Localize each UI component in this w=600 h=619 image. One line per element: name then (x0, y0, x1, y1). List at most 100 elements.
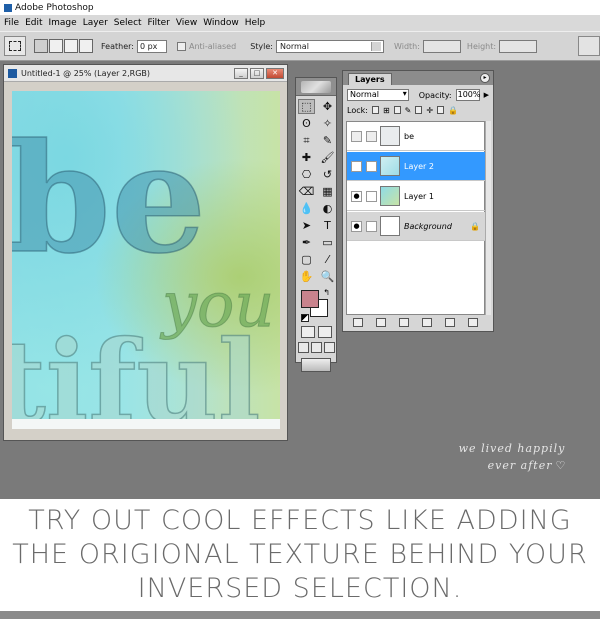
shape-icon[interactable]: ▭ (319, 235, 336, 250)
magic-wand-icon[interactable]: ✧ (319, 116, 336, 131)
jump-to-imageready-button[interactable] (301, 358, 331, 372)
new-layer-button[interactable] (445, 317, 456, 327)
canvas-bottom-edge (12, 419, 280, 429)
standard-mode-button[interactable] (300, 326, 315, 338)
menu-help[interactable]: Help (245, 18, 272, 28)
marquee-icon[interactable]: ⬚ (298, 99, 315, 114)
palette-well[interactable] (578, 36, 600, 56)
link-cell[interactable] (366, 220, 377, 232)
slice-icon[interactable]: ✎ (319, 133, 336, 148)
layer-row-layer-2[interactable]: ● ✎ Layer 2 (347, 152, 486, 181)
blend-mode-select[interactable]: Normal (347, 89, 409, 101)
panel-menu-icon[interactable]: ▸ (480, 73, 490, 83)
move-icon[interactable]: ✥ (319, 99, 336, 114)
opacity-slider-arrow-icon[interactable]: ▶ (484, 91, 489, 99)
layer-list-scrollbar[interactable] (485, 121, 491, 315)
layer-name: Background (404, 221, 452, 231)
crop-icon[interactable]: ⌗ (298, 133, 315, 148)
lock-transparency-checkbox[interactable] (371, 106, 379, 114)
default-colors-icon[interactable] (301, 314, 309, 322)
fullscreen-menu-button[interactable] (310, 342, 322, 353)
blur-icon[interactable]: 💧 (298, 201, 315, 216)
anti-aliased-checkbox[interactable] (176, 41, 186, 51)
dodge-icon[interactable]: ◐ (319, 201, 336, 216)
height-input[interactable] (499, 39, 538, 53)
eraser-icon[interactable]: ⌫ (298, 184, 315, 199)
quickmask-mode-button[interactable] (317, 326, 332, 338)
foreground-color-swatch[interactable] (301, 290, 319, 308)
document-titlebar[interactable]: Untitled-1 @ 25% (Layer 2,RGB) _ □ ✕ (4, 65, 287, 82)
lasso-icon[interactable]: ʘ (298, 116, 315, 131)
intersect-selection-button[interactable] (79, 39, 93, 53)
menu-edit[interactable]: Edit (25, 18, 48, 28)
paintbrush-icon[interactable]: ✎ (366, 160, 377, 172)
layer-mask-button[interactable] (375, 317, 386, 327)
lock-icon: 🔒 (470, 221, 480, 231)
lock-all-checkbox[interactable] (437, 106, 445, 114)
layer-list: be ● ✎ Layer 2 ● Layer 1 ● Background 🔒 (346, 121, 486, 315)
fullscreen-button[interactable] (323, 342, 335, 353)
brush-icon[interactable]: 🖌 (319, 150, 336, 165)
move-lock-icon: ✛ (426, 105, 434, 115)
notes-icon[interactable]: ▢ (298, 252, 315, 267)
lock-row: Lock: ⊞ ✎ ✛ 🔒 (343, 103, 493, 117)
tab-layers[interactable]: Layers (348, 73, 392, 85)
menu-window[interactable]: Window (203, 18, 245, 28)
zoom-icon[interactable]: 🔍 (319, 269, 336, 284)
tool-preset-picker[interactable] (4, 36, 26, 56)
menu-select[interactable]: Select (114, 18, 148, 28)
menu-image[interactable]: Image (49, 18, 83, 28)
eyedropper-icon[interactable]: ⁄ (319, 252, 336, 267)
feather-input[interactable]: 0 px (136, 39, 167, 53)
history-brush-icon[interactable]: ↺ (319, 167, 336, 182)
swap-colors-icon[interactable]: ↰ (323, 288, 330, 297)
layer-row-background[interactable]: ● Background 🔒 (347, 212, 486, 241)
transparency-icon: ⊞ (382, 105, 390, 115)
layer-row-layer-1[interactable]: ● Layer 1 (347, 182, 486, 211)
menu-layer[interactable]: Layer (83, 18, 114, 28)
tools-palette-header[interactable] (296, 78, 336, 96)
add-selection-button[interactable] (49, 39, 63, 53)
opacity-input[interactable]: 100% (455, 89, 480, 101)
adjustment-layer-button[interactable] (422, 317, 433, 327)
layer-style-button[interactable] (352, 317, 363, 327)
width-label: Width: (393, 41, 420, 51)
visibility-toggle[interactable] (351, 130, 362, 142)
caption-band: TRY OUT COOL EFFECTS LIKE ADDING THE ORI… (0, 497, 600, 611)
style-select[interactable]: Normal (275, 39, 384, 53)
link-cell[interactable] (366, 190, 377, 202)
layer-row-be[interactable]: be (347, 122, 486, 151)
minimize-button[interactable]: _ (234, 68, 248, 79)
new-set-button[interactable] (398, 317, 409, 327)
stamp-icon[interactable]: ⎔ (298, 167, 315, 182)
eye-icon[interactable]: ● (351, 220, 362, 232)
lock-position-checkbox[interactable] (415, 106, 423, 114)
standard-screen-button[interactable] (297, 342, 309, 353)
document-title: Untitled-1 @ 25% (Layer 2,RGB) (21, 68, 150, 78)
pen-icon[interactable]: ✒ (298, 235, 315, 250)
menu-view[interactable]: View (176, 18, 203, 28)
menu-filter[interactable]: Filter (148, 18, 176, 28)
subtract-selection-button[interactable] (64, 39, 78, 53)
menu-bar: File Edit Image Layer Select Filter View… (0, 15, 600, 31)
type-icon[interactable]: T (319, 218, 336, 233)
lock-pixels-checkbox[interactable] (393, 106, 401, 114)
trash-icon[interactable] (468, 317, 479, 327)
width-input[interactable] (422, 39, 461, 53)
app-title: Adobe Photoshop (15, 2, 94, 13)
link-cell[interactable] (366, 130, 377, 142)
caption-line1: TRY OUT COOL EFFECTS LIKE ADDING (28, 505, 572, 536)
hand-icon[interactable]: ✋ (298, 269, 315, 284)
layers-panel-header: Layers ▸ (343, 71, 493, 85)
eye-icon[interactable]: ● (351, 160, 362, 172)
new-selection-button[interactable] (34, 39, 48, 53)
maximize-button[interactable]: □ (250, 68, 264, 79)
eye-icon[interactable]: ● (351, 190, 362, 202)
menu-file[interactable]: File (4, 18, 25, 28)
document-canvas[interactable]: be you tiful (12, 91, 280, 429)
healing-icon[interactable]: ✚ (298, 150, 315, 165)
path-select-icon[interactable]: ➤ (298, 218, 315, 233)
gradient-icon[interactable]: ▦ (319, 184, 336, 199)
close-button[interactable]: ✕ (266, 68, 284, 79)
layer-thumbnail (380, 126, 400, 146)
